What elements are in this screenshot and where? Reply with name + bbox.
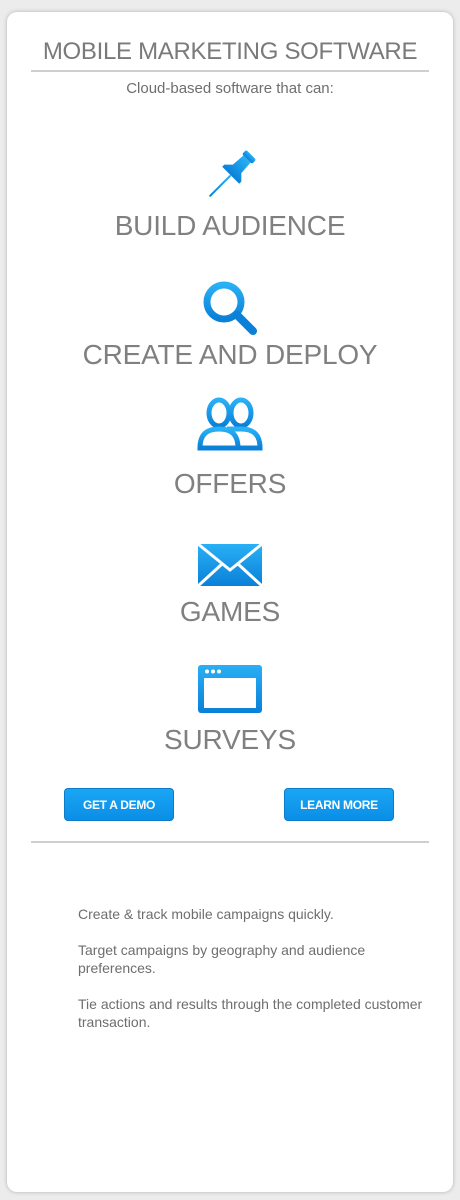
buttons-divider	[31, 841, 429, 843]
feature-label-build-audience: BUILD AUDIENCE	[114, 210, 346, 241]
benefit-item: Tie actions and results through the comp…	[78, 996, 423, 1030]
feature-label-offers: OFFERS	[173, 468, 287, 499]
feature-label-create-and-deploy: CREATE AND DEPLOY	[82, 339, 378, 370]
benefit-item: Create & track mobile campaigns quickly.	[78, 906, 334, 922]
title-divider	[31, 70, 429, 72]
feature-label-surveys: SURVEYS	[164, 724, 296, 755]
magnifier-icon	[203, 281, 257, 335]
envelope-icon	[197, 543, 263, 587]
learn-more-button[interactable]: LEARN MORE	[284, 788, 394, 821]
pushpin-icon	[209, 150, 256, 197]
page-title: MOBILE MARKETING SOFTWARE	[42, 38, 418, 65]
browser-window-icon	[198, 665, 262, 713]
benefits-list: Create & track mobile campaigns quickly.…	[78, 905, 423, 1049]
page-subtitle: Cloud-based software that can:	[126, 80, 334, 97]
users-icon	[197, 397, 263, 451]
get-a-demo-button[interactable]: GET A DEMO	[64, 788, 174, 821]
benefit-item: Target campaigns by geography and audien…	[78, 942, 366, 976]
content-card: MOBILE MARKETING SOFTWARE Cloud-based so…	[7, 12, 453, 1192]
feature-label-games: GAMES	[179, 596, 281, 627]
